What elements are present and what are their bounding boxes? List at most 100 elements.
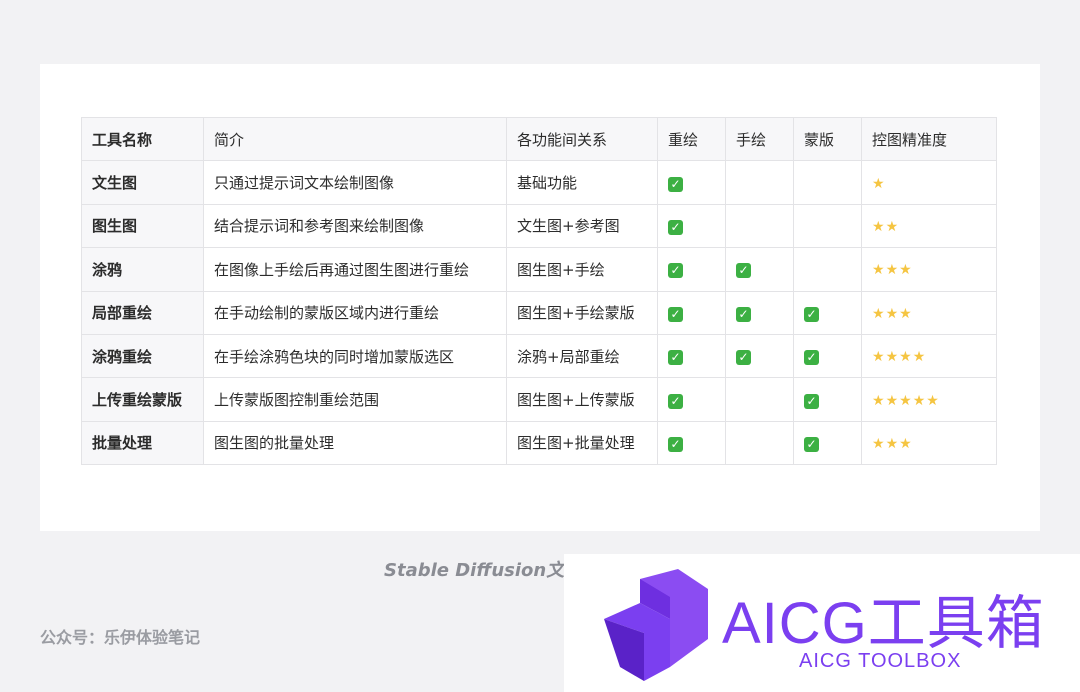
check-mark-icon: ✓ <box>668 176 683 192</box>
watermark-logo: AICG工具箱 AICG TOOLBOX <box>564 554 1080 692</box>
redraw-cell: ✓ <box>657 420 726 466</box>
check-mark-icon: ✓ <box>804 306 819 322</box>
handdraw-cell: ✓ <box>725 290 794 335</box>
star-rating: ★★ <box>872 219 899 235</box>
star-icon: ★ <box>885 392 900 409</box>
star-icon: ★ <box>872 305 886 322</box>
redraw-cell: ✓ <box>657 203 726 249</box>
mask-cell: ✓ <box>793 290 862 335</box>
star-icon: ★ <box>872 262 886 279</box>
tool-name-cell: 批量处理 <box>81 420 204 466</box>
header-description: 简介 <box>203 116 507 162</box>
table-row: 涂鸦重绘 在手绘涂鸦色块的同时增加蒙版选区 涂鸦+局部重绘 ✓ ✓ ✓ ★★★★ <box>81 333 997 379</box>
handdraw-cell: ✓ <box>725 247 794 292</box>
header-relation: 各功能间关系 <box>506 116 658 162</box>
precision-cell: ★★★★ <box>861 333 997 379</box>
relation-cell: 图生图+上传蒙版 <box>506 377 658 422</box>
tool-name-cell: 图生图 <box>81 203 204 249</box>
star-icon: ★ <box>912 349 927 366</box>
check-mark-icon: ✓ <box>668 436 683 452</box>
description-cell: 图生图的批量处理 <box>203 420 507 466</box>
tool-name-cell: 局部重绘 <box>81 290 204 335</box>
star-icon: ★ <box>899 305 913 322</box>
header-redraw: 重绘 <box>657 116 726 162</box>
star-icon: ★ <box>872 218 886 235</box>
handdraw-cell <box>725 203 794 249</box>
table-row: 批量处理 图生图的批量处理 图生图+批量处理 ✓ ✓ ★★★ <box>81 420 997 466</box>
relation-cell: 文生图+参考图 <box>506 203 658 249</box>
handdraw-cell <box>725 160 794 205</box>
description-cell: 在手绘涂鸦色块的同时增加蒙版选区 <box>203 333 507 379</box>
check-mark-icon: ✓ <box>668 263 683 279</box>
header-tool-name: 工具名称 <box>81 116 204 162</box>
table-card: 工具名称 简介 各功能间关系 重绘 手绘 蒙版 控图精准度 文生图 只通过提示词文… <box>40 64 1040 531</box>
star-icon: ★ <box>885 218 900 235</box>
star-rating: ★ <box>872 176 886 192</box>
star-rating: ★★★★★ <box>872 393 940 409</box>
star-icon: ★ <box>926 392 940 409</box>
check-mark-icon: ✓ <box>804 436 819 452</box>
description-cell: 在图像上手绘后再通过图生图进行重绘 <box>203 247 507 292</box>
handdraw-cell: ✓ <box>725 333 794 379</box>
star-icon: ★ <box>899 262 913 279</box>
check-mark-icon: ✓ <box>804 393 819 409</box>
precision-cell: ★★★ <box>861 247 997 292</box>
description-cell: 在手动绘制的蒙版区域内进行重绘 <box>203 290 507 335</box>
tool-name-cell: 涂鸦 <box>81 247 204 292</box>
redraw-cell: ✓ <box>657 377 726 422</box>
check-mark-icon: ✓ <box>668 219 683 235</box>
header-handdraw: 手绘 <box>725 116 794 162</box>
relation-cell: 基础功能 <box>506 160 658 205</box>
star-icon: ★ <box>912 392 927 409</box>
header-precision: 控图精准度 <box>861 116 997 162</box>
mask-cell <box>793 247 862 292</box>
mask-cell: ✓ <box>793 333 862 379</box>
mask-cell <box>793 203 862 249</box>
logo-subtitle: AICG TOOLBOX <box>799 650 962 672</box>
check-mark-icon: ✓ <box>668 306 683 322</box>
tool-name-cell: 上传重绘蒙版 <box>81 377 204 422</box>
star-rating: ★★★ <box>872 262 913 278</box>
description-cell: 只通过提示词文本绘制图像 <box>203 160 507 205</box>
tool-name-cell: 涂鸦重绘 <box>81 333 204 379</box>
toolbox-logo-icon <box>604 569 708 681</box>
star-icon: ★ <box>872 349 886 366</box>
tool-name-cell: 文生图 <box>81 160 204 205</box>
redraw-cell: ✓ <box>657 333 726 379</box>
precision-cell: ★★★ <box>861 290 997 335</box>
table-row: 局部重绘 在手动绘制的蒙版区域内进行重绘 图生图+手绘蒙版 ✓ ✓ ✓ ★★★ <box>81 290 997 335</box>
handdraw-cell <box>725 420 794 466</box>
precision-cell: ★ <box>861 160 997 205</box>
table-header-row: 工具名称 简介 各功能间关系 重绘 手绘 蒙版 控图精准度 <box>81 116 997 162</box>
footer-account: 公众号：乐伊体验笔记 <box>40 628 201 647</box>
handdraw-cell <box>725 377 794 422</box>
star-icon: ★ <box>872 435 886 452</box>
star-icon: ★ <box>872 392 886 409</box>
precision-cell: ★★★ <box>861 420 997 466</box>
check-mark-icon: ✓ <box>668 393 683 409</box>
relation-cell: 图生图+手绘 <box>506 247 658 292</box>
table-row: 上传重绘蒙版 上传蒙版图控制重绘范围 图生图+上传蒙版 ✓ ✓ ★★★★★ <box>81 377 997 422</box>
check-mark-icon: ✓ <box>736 263 751 279</box>
feature-table: 工具名称 简介 各功能间关系 重绘 手绘 蒙版 控图精准度 文生图 只通过提示词文… <box>81 116 997 466</box>
description-cell: 结合提示词和参考图来绘制图像 <box>203 203 507 249</box>
relation-cell: 涂鸦+局部重绘 <box>506 333 658 379</box>
mask-cell: ✓ <box>793 420 862 466</box>
check-mark-icon: ✓ <box>804 350 819 366</box>
star-icon: ★ <box>885 435 900 452</box>
star-rating: ★★★ <box>872 306 913 322</box>
redraw-cell: ✓ <box>657 160 726 205</box>
star-icon: ★ <box>899 435 913 452</box>
redraw-cell: ✓ <box>657 290 726 335</box>
relation-cell: 图生图+批量处理 <box>506 420 658 466</box>
check-mark-icon: ✓ <box>668 350 683 366</box>
precision-cell: ★★★★★ <box>861 377 997 422</box>
star-icon: ★ <box>885 262 900 279</box>
logo-title: AICG工具箱 <box>722 591 1045 656</box>
star-icon: ★ <box>899 392 913 409</box>
star-rating: ★★★★ <box>872 349 926 365</box>
check-mark-icon: ✓ <box>736 350 751 366</box>
description-cell: 上传蒙版图控制重绘范围 <box>203 377 507 422</box>
precision-cell: ★★ <box>861 203 997 249</box>
star-rating: ★★★ <box>872 436 913 452</box>
